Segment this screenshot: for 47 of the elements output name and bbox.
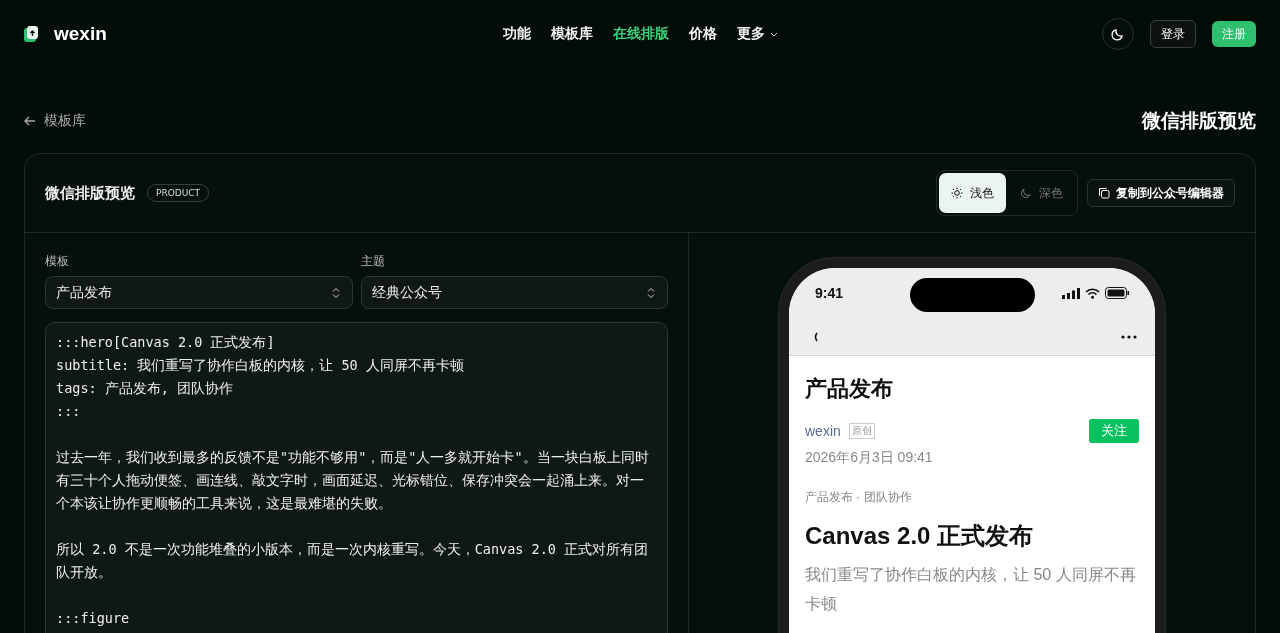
card-title: 微信排版预览 xyxy=(45,183,135,203)
battery-icon xyxy=(1105,287,1129,299)
moon-icon xyxy=(1111,27,1125,41)
sun-icon xyxy=(951,187,963,199)
author-name[interactable]: wexin xyxy=(805,423,841,439)
code-line: :::hero[Canvas 2.0 正式发布] xyxy=(56,333,276,352)
code-line: 所以 2.0 不是一次功能堆叠的小版本，而是一次内核重写。今天，Canvas 2.0 正式对所有团队开放。 xyxy=(56,540,650,582)
code-line: 过去一年，我们收到最多的反馈不是"功能不够用"，而是"人一多就开始卡"。当一块白板上同时有三十个人拖动便签、画连线、敲文字时，画面延迟、光标错位、保存冲突会一起涌上来。对一个本该让协作更顺畅的工具来说，这是最难堪的失败。 xyxy=(56,448,650,513)
article-tags: 产品发布 · 团队协作 xyxy=(805,489,1139,506)
nav-link[interactable]: 在线排版 xyxy=(612,25,669,43)
nav-link[interactable]: 功能 xyxy=(502,25,531,43)
original-tag: 原创 xyxy=(848,423,875,439)
brand-name[interactable]: wexin xyxy=(54,23,107,45)
moon-icon xyxy=(1020,187,1032,199)
theme-toggle-button[interactable] xyxy=(1102,18,1134,50)
select-field[interactable]: 经典公众号 xyxy=(360,276,668,309)
back-icon[interactable] xyxy=(813,331,818,342)
back-link[interactable]: 模板库 xyxy=(24,112,86,130)
article-title: 产品发布 xyxy=(805,375,894,403)
mode-tab[interactable]: 浅色 xyxy=(939,173,1006,213)
nav-link[interactable]: 模板库 xyxy=(550,25,593,43)
copy-icon xyxy=(1098,187,1110,199)
copy-button[interactable]: 复制到公众号编辑器 xyxy=(1087,179,1235,207)
markdown-editor[interactable] xyxy=(45,322,668,633)
hero-title: Canvas 2.0 正式发布 xyxy=(805,521,1035,551)
code-line: tags: 产品发布, 团队协作 xyxy=(56,379,235,398)
arrow-left-icon xyxy=(24,115,36,127)
select-field[interactable]: 产品发布 xyxy=(45,276,353,309)
hero-subtitle: 我们重写了协作白板的内核，让 50 人同屏不再卡顿 xyxy=(805,565,1137,614)
field-label: 主题 xyxy=(360,253,386,270)
field-label: 模板 xyxy=(45,253,70,270)
page-title: 微信排版预览 xyxy=(1142,108,1256,133)
nav-link[interactable]: 更多 xyxy=(736,25,778,43)
signal-icon xyxy=(1062,287,1080,299)
chevron-updown-icon xyxy=(647,286,655,299)
logo-icon xyxy=(24,26,38,42)
chevron-updown-icon xyxy=(331,286,340,299)
code-line: subtitle: 我们重写了协作白板的内核，让 50 人同屏不再卡顿 xyxy=(56,356,465,375)
more-icon[interactable] xyxy=(1121,334,1137,339)
status-time: 9:41 xyxy=(815,285,844,301)
publish-date: 2026年6月3日 09:41 xyxy=(805,449,934,467)
code-line: ::: xyxy=(56,402,82,421)
code-line: :::figure xyxy=(56,609,131,628)
wifi-icon xyxy=(1085,287,1100,299)
login-button[interactable]: 登录 xyxy=(1150,20,1196,48)
mode-tab[interactable]: 深色 xyxy=(1008,173,1075,213)
nav-link[interactable]: 价格 xyxy=(688,25,717,43)
